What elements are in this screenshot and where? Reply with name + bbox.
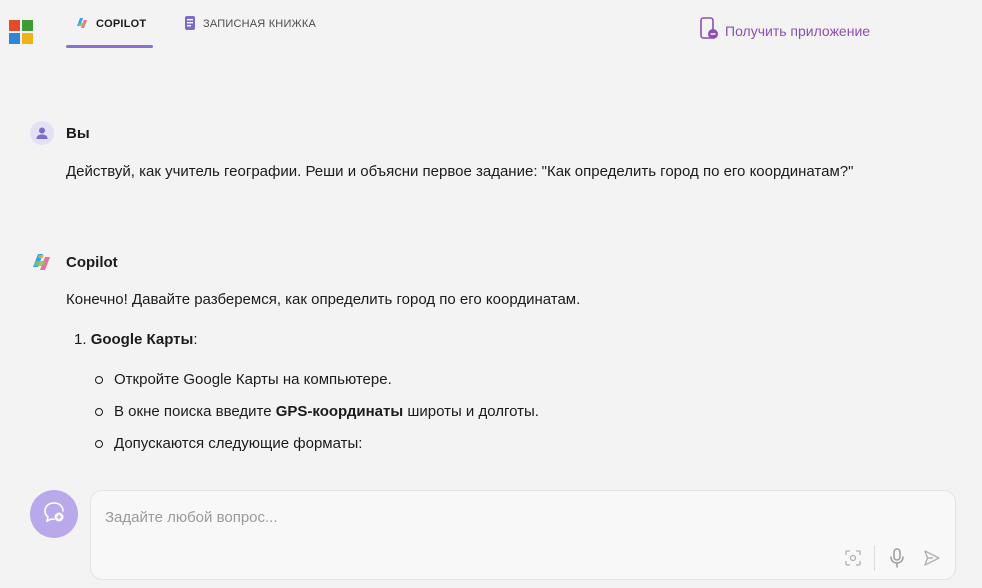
tab-copilot[interactable]: COPILOT bbox=[66, 0, 153, 48]
assistant-intro-text: Конечно! Давайте разберемся, как определ… bbox=[66, 291, 581, 308]
user-name: Вы bbox=[66, 124, 90, 142]
bullet-circle-icon bbox=[95, 440, 103, 448]
notebook-icon bbox=[183, 15, 197, 34]
assistant-name: Copilot bbox=[66, 253, 118, 271]
list-number: 1. bbox=[74, 331, 91, 348]
bullet-circle-icon bbox=[95, 408, 103, 416]
list-item-suffix: : bbox=[193, 331, 198, 348]
tab-notebook[interactable]: ЗАПИСНАЯ КНИЖКА bbox=[183, 0, 316, 48]
send-icon[interactable] bbox=[921, 547, 943, 569]
tab-label: COPILOT bbox=[96, 18, 147, 30]
get-app-label: Получить приложение bbox=[725, 22, 871, 39]
copilot-avatar-icon bbox=[30, 250, 54, 274]
bullet-text: Откройте Google Карты на компьютере. bbox=[114, 371, 392, 388]
new-chat-icon bbox=[42, 500, 66, 529]
composer bbox=[90, 490, 956, 580]
bullet-text-before: В окне поиска введите bbox=[114, 403, 276, 420]
list-item-title: Google Карты bbox=[90, 331, 194, 348]
assistant-message-header: Copilot bbox=[30, 250, 118, 274]
phone-icon bbox=[699, 17, 719, 44]
tab-label: ЗАПИСНАЯ КНИЖКА bbox=[203, 18, 317, 30]
get-app-button[interactable]: Получить приложение bbox=[699, 17, 870, 44]
microsoft-logo-icon[interactable] bbox=[9, 20, 33, 44]
list-bullet: В окне поиска введите GPS-координаты шир… bbox=[95, 402, 539, 422]
user-message-text: Действуй, как учитель географии. Реши и … bbox=[66, 163, 854, 180]
copilot-icon bbox=[74, 15, 90, 34]
bullet-text-after: широты и долготы. bbox=[403, 403, 539, 420]
bullet-text-bold: GPS-координаты bbox=[275, 403, 404, 420]
list-item: 1. Google Карты: bbox=[74, 330, 198, 350]
copilot-page: COPILOT ЗАПИСНАЯ КНИЖКА Получить приложе… bbox=[0, 0, 982, 588]
bullet-text: Допускаются следующие форматы: bbox=[114, 435, 363, 452]
user-message-header: Вы bbox=[30, 121, 90, 145]
image-search-icon[interactable] bbox=[842, 547, 864, 569]
bullet-circle-icon bbox=[95, 376, 103, 384]
list-bullet: Откройте Google Карты на компьютере. bbox=[95, 370, 392, 390]
chat-input[interactable] bbox=[105, 505, 925, 529]
user-icon bbox=[30, 121, 54, 145]
microphone-icon[interactable] bbox=[886, 547, 908, 569]
list-bullet: Допускаются следующие форматы: bbox=[95, 434, 362, 454]
new-chat-button[interactable] bbox=[30, 490, 78, 538]
composer-divider bbox=[874, 545, 875, 571]
